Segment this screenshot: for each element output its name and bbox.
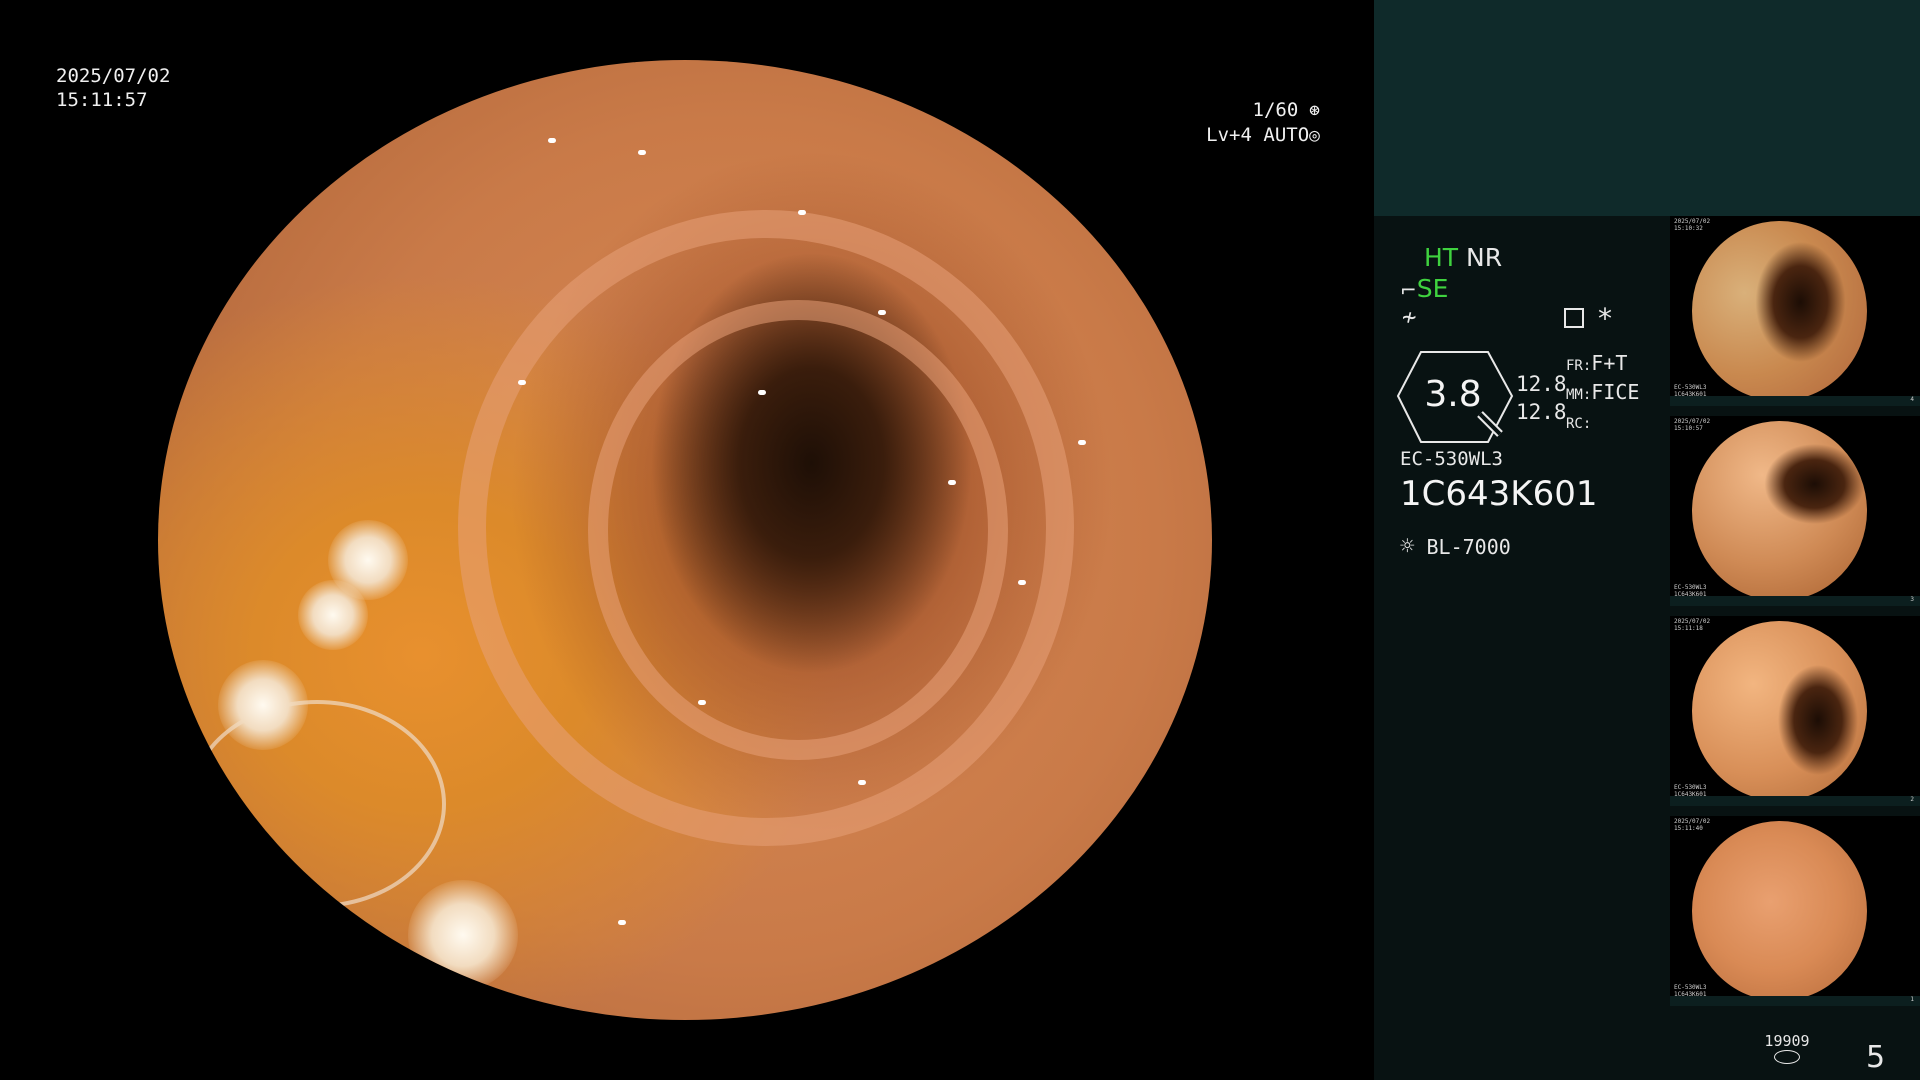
specular-glint xyxy=(698,700,706,705)
focus-value-2: 12.8 xyxy=(1516,400,1567,424)
level-text: Lv+4 xyxy=(1206,124,1252,146)
se-mode: SE xyxy=(1416,274,1449,303)
thumbnail-model: EC-530WL3 xyxy=(1674,784,1707,791)
fr-label: FR: xyxy=(1566,358,1592,374)
specular-glint xyxy=(878,310,886,315)
mm-value: FICE xyxy=(1591,380,1640,404)
thumbnail-bar xyxy=(1670,796,1920,806)
storage-disk-icon xyxy=(1774,1050,1800,1064)
thumbnail-image xyxy=(1692,621,1867,801)
thumbnail-date: 2025/07/02 xyxy=(1674,218,1711,225)
thumbnail-model: EC-530WL3 xyxy=(1674,984,1707,991)
thumbnail-bar xyxy=(1670,396,1920,406)
settings-list-icon xyxy=(1564,308,1584,328)
structure-enhance-icon: ⌐ xyxy=(1400,278,1417,302)
specular-glint xyxy=(758,390,766,395)
time-text: 15:11:57 xyxy=(56,89,148,111)
thumbnail-time: 15:11:40 xyxy=(1674,825,1703,832)
thumbnail-date: 2025/07/02 xyxy=(1674,818,1711,825)
scope-model: EC-530WL3 xyxy=(1400,448,1503,470)
datetime: 2025/07/02 15:11:57 xyxy=(56,64,170,112)
auto-text: AUTO xyxy=(1263,124,1310,146)
specular-glint xyxy=(638,150,646,155)
mm-label: MM: xyxy=(1566,387,1592,403)
thumbnail-image xyxy=(1692,821,1867,1001)
thumbnail[interactable]: 2025/07/02 15:11:18 EC-530WL3 1C643K601 2 xyxy=(1670,616,1920,806)
thumbnail-bar xyxy=(1670,596,1920,606)
fr-value: F+T xyxy=(1591,351,1628,375)
mode-row-2: ⌐SE xyxy=(1400,274,1448,303)
light-reflection xyxy=(218,660,308,750)
magnification-value: 3.8 xyxy=(1424,374,1482,415)
light-reflection xyxy=(408,880,518,990)
endoscope-image xyxy=(158,60,1212,1020)
thumbnail-model: EC-530WL3 xyxy=(1674,384,1707,391)
thumbnail-date: 2025/07/02 xyxy=(1674,618,1711,625)
thumbnail-index: 4 xyxy=(1910,396,1914,403)
specular-glint xyxy=(948,480,956,485)
storage-counter: 19909 xyxy=(1762,1032,1812,1064)
light-source-text: BL-7000 xyxy=(1426,535,1511,559)
thumbnail-time: 15:10:32 xyxy=(1674,225,1703,232)
thumbnail-model: EC-530WL3 xyxy=(1674,584,1707,591)
asterisk-icon: * xyxy=(1598,302,1612,335)
thumbnail-bar xyxy=(1670,996,1920,1006)
iris-icon: ◎ xyxy=(1309,125,1320,146)
ht-mode: HT xyxy=(1424,243,1459,272)
thumbnail[interactable]: 2025/07/02 15:10:32 EC-530WL3 1C643K601 4 xyxy=(1670,216,1920,406)
thumbnail-time: 15:11:18 xyxy=(1674,625,1703,632)
thumbnail-image xyxy=(1692,421,1867,601)
thumbnail-index: 3 xyxy=(1910,596,1914,603)
specular-glint xyxy=(1078,440,1086,445)
specular-glint xyxy=(618,920,626,925)
light-source: ☼ BL-7000 xyxy=(1400,532,1511,560)
nr-mode: NR xyxy=(1466,243,1503,272)
shutter-text: 1/60 xyxy=(1252,99,1299,121)
date-text: 2025/07/02 xyxy=(56,65,171,87)
specular-glint xyxy=(548,138,556,143)
thumbnail-image xyxy=(1692,221,1867,401)
thumbnail-index: 1 xyxy=(1910,996,1914,1003)
focus-value-1: 12.8 xyxy=(1516,372,1567,396)
params: FR:F+T MM:FICE RC: xyxy=(1566,350,1639,437)
specular-glint xyxy=(858,780,866,785)
specular-glint xyxy=(518,380,526,385)
thumbnail[interactable]: 2025/07/02 15:10:57 EC-530WL3 1C643K601 3 xyxy=(1670,416,1920,606)
info-panel-header xyxy=(1374,0,1920,216)
rc-label: RC: xyxy=(1566,416,1592,432)
focus-values: 12.8 12.8 xyxy=(1516,370,1567,426)
specular-glint xyxy=(798,210,806,215)
light-source-icon: ☼ xyxy=(1400,532,1415,560)
contrast-icon: ≁ xyxy=(1402,303,1417,331)
image-count: 5 xyxy=(1866,1040,1886,1075)
aperture-icon: ⊛ xyxy=(1298,100,1320,121)
thumbnail-index: 2 xyxy=(1910,796,1914,803)
exposure-info: 1/60 ⊛ Lv+4 AUTO◎ xyxy=(1160,98,1320,148)
storage-count-text: 19909 xyxy=(1764,1032,1810,1050)
specular-glint xyxy=(1018,580,1026,585)
mucosal-fold xyxy=(588,300,1008,760)
light-reflection xyxy=(298,580,368,650)
thumbnail-time: 15:10:57 xyxy=(1674,425,1703,432)
thumbnail[interactable]: 2025/07/02 15:11:40 EC-530WL3 1C643K601 1 xyxy=(1670,816,1920,1006)
thumbnail-date: 2025/07/02 xyxy=(1674,418,1711,425)
mode-row-1: HT NR xyxy=(1424,243,1502,272)
scope-serial: 1C643K601 xyxy=(1400,474,1598,514)
